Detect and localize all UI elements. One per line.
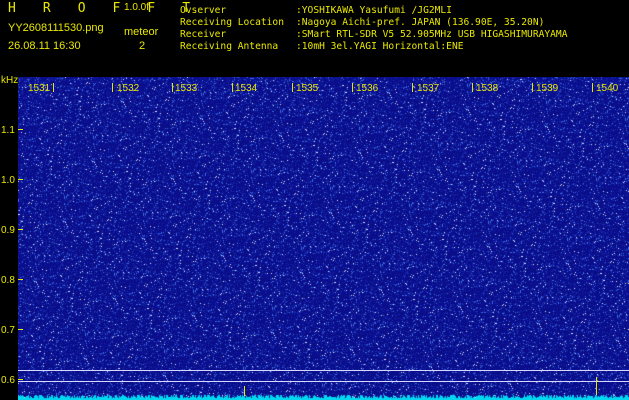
y-tick-label: 0.6 <box>1 375 15 386</box>
y-tick-label: 0.8 <box>1 275 15 286</box>
observer-value: :YOSHIKAWA Yasufumi /JG2MLI <box>296 5 452 16</box>
y-tick-label: 0.9 <box>1 225 15 236</box>
app-title: H R O F F T <box>8 1 200 16</box>
meteor-label: meteor <box>124 26 159 38</box>
observer-key: Ovserver <box>180 5 227 16</box>
y-tick-label: 1.1 <box>1 125 15 136</box>
y-tick-label: 0.7 <box>1 325 15 336</box>
spectrogram-noise <box>18 77 629 400</box>
receiver-key: Receiver <box>180 29 227 40</box>
antenna-value: :10mH 3el.YAGI Horizontal:ENE <box>296 41 464 52</box>
hroft-window: H R O F F T 1.0.0f YY2608111530.png 26.0… <box>0 0 629 400</box>
spectrogram <box>18 77 629 400</box>
y-axis-unit: kHz <box>1 75 18 86</box>
filename-label: YY2608111530.png <box>8 22 104 34</box>
receiver-value: :SMart RTL-SDR V5 52.905MHz USB HIGASHIM… <box>296 29 568 40</box>
location-value: :Nagoya Aichi-pref. JAPAN (136.90E, 35.2… <box>296 17 545 28</box>
location-key: Receiving Location <box>180 17 284 28</box>
timestamp-label: 26.08.11 16:30 <box>8 40 81 52</box>
y-tick-label: 1.0 <box>1 175 15 186</box>
antenna-key: Receiving Antenna <box>180 41 279 52</box>
meteor-count: 2 <box>139 40 146 52</box>
version-label: 1.0.0f <box>124 2 150 13</box>
